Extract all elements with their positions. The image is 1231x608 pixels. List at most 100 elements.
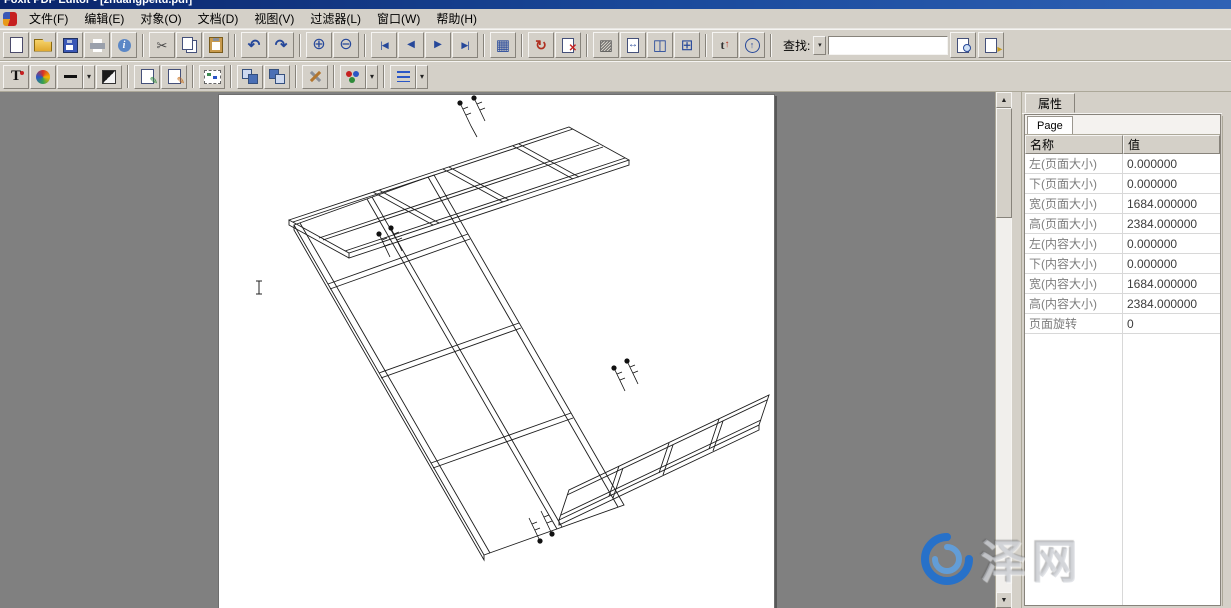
grid-button[interactable] xyxy=(593,32,619,58)
vertical-scrollbar[interactable]: ▲ ▼ xyxy=(995,92,1011,608)
fit-page-button[interactable] xyxy=(620,32,646,58)
toolbar-separator xyxy=(770,34,772,57)
last-page-button[interactable] xyxy=(452,32,478,58)
two-page-view-button[interactable] xyxy=(647,32,673,58)
edit-object-button[interactable] xyxy=(134,65,160,89)
find-next-icon xyxy=(982,37,1000,53)
document-canvas[interactable] xyxy=(0,92,995,608)
copy-button[interactable] xyxy=(176,32,202,58)
property-value[interactable]: 0.000000 xyxy=(1123,174,1220,193)
print-button[interactable] xyxy=(84,32,110,58)
menu-object[interactable]: 对象(O) xyxy=(132,8,189,29)
cut-button[interactable] xyxy=(149,32,175,58)
new-document-button[interactable] xyxy=(3,32,29,58)
property-name: 页面旋转 xyxy=(1025,314,1123,333)
property-value[interactable]: 0.000000 xyxy=(1123,254,1220,273)
property-value[interactable]: 2384.000000 xyxy=(1123,294,1220,313)
property-value[interactable]: 1684.000000 xyxy=(1123,194,1220,213)
arrange-back-button[interactable] xyxy=(264,65,290,89)
zoom-out-button[interactable] xyxy=(333,32,359,58)
property-value[interactable]: 0.000000 xyxy=(1123,154,1220,173)
next-view-button[interactable] xyxy=(739,32,765,58)
edit-page-icon xyxy=(165,69,183,85)
find-next-button[interactable] xyxy=(978,32,1004,58)
column-header-name: 名称 xyxy=(1025,135,1123,154)
panel-scrollbar[interactable] xyxy=(1222,116,1230,606)
find-input[interactable] xyxy=(828,36,948,55)
document-info-button[interactable] xyxy=(111,32,137,58)
menu-document[interactable]: 文档(D) xyxy=(190,8,247,29)
tools-toolbar xyxy=(0,61,1231,92)
properties-content: Page 名称 值 左(页面大小) 0.000000 下(页面大小) 0.000… xyxy=(1024,114,1221,606)
toolbar-separator xyxy=(521,34,523,57)
pdf-page[interactable] xyxy=(218,94,775,608)
page-tab[interactable]: Page xyxy=(1027,116,1073,134)
toolbar-separator xyxy=(295,65,297,88)
scroll-down-button[interactable]: ▼ xyxy=(996,592,1012,608)
page-list-button[interactable] xyxy=(490,32,516,58)
menu-view[interactable]: 视图(V) xyxy=(246,8,302,29)
chevron-down-icon[interactable] xyxy=(366,65,378,89)
color-wheel-button[interactable] xyxy=(30,65,56,89)
properties-tab[interactable]: 属性 xyxy=(1025,93,1075,113)
高(内容大小): 高(内容大小) 2384.000000 xyxy=(1025,294,1220,314)
fill-style-button[interactable] xyxy=(96,65,122,89)
open-file-button[interactable] xyxy=(30,32,56,58)
rotate-page-button[interactable] xyxy=(528,32,554,58)
line-style-button[interactable] xyxy=(57,65,83,89)
下(页面大小): 下(页面大小) 0.000000 xyxy=(1025,174,1220,194)
find-document-button[interactable] xyxy=(950,32,976,58)
color-palette-button[interactable] xyxy=(340,65,366,89)
menu-items: 文件(F)编辑(E)对象(O)文档(D)视图(V)过滤器(L)窗口(W)帮助(H… xyxy=(21,8,485,29)
menu-edit[interactable]: 编辑(E) xyxy=(76,8,132,29)
arrange-front-icon xyxy=(242,69,258,84)
undo-button[interactable] xyxy=(241,32,267,58)
next-page-button[interactable] xyxy=(425,32,451,58)
paste-button[interactable] xyxy=(203,32,229,58)
find-label: 查找: xyxy=(783,37,810,54)
align-button[interactable] xyxy=(390,65,416,89)
app-icon[interactable] xyxy=(3,12,17,26)
arrange-front-button[interactable] xyxy=(237,65,263,89)
tools-button[interactable] xyxy=(302,65,328,89)
property-value[interactable]: 0.000000 xyxy=(1123,234,1220,253)
open-folder-icon xyxy=(34,37,52,53)
zoom-in-icon xyxy=(310,37,328,53)
property-rows: 左(页面大小) 0.000000 下(页面大小) 0.000000 宽(页面大小… xyxy=(1025,154,1220,334)
copy-icon xyxy=(180,37,198,53)
application-window: Foxit PDF Editor - [zhuangpeitu.pdf] 文件(… xyxy=(0,0,1231,608)
text-tool-button[interactable] xyxy=(3,65,29,89)
scrollbar-track[interactable] xyxy=(996,108,1011,592)
toolbar-separator xyxy=(299,34,301,57)
redo-button[interactable] xyxy=(268,32,294,58)
color-wheel-icon xyxy=(34,69,52,85)
previous-view-button[interactable] xyxy=(712,32,738,58)
edit-object-icon xyxy=(138,69,156,85)
chevron-down-icon[interactable] xyxy=(83,65,95,89)
cut-icon xyxy=(153,37,171,53)
multi-page-view-button[interactable] xyxy=(674,32,700,58)
chevron-down-icon[interactable] xyxy=(416,65,428,89)
menu-help[interactable]: 帮助(H) xyxy=(428,8,485,29)
menu-window[interactable]: 窗口(W) xyxy=(369,8,428,29)
zoom-in-button[interactable] xyxy=(306,32,332,58)
text-cursor xyxy=(256,281,262,294)
panel-splitter[interactable] xyxy=(1011,92,1022,608)
first-page-button[interactable] xyxy=(371,32,397,58)
property-value[interactable]: 1684.000000 xyxy=(1123,274,1220,293)
menu-file[interactable]: 文件(F) xyxy=(21,8,76,29)
main-area: ▲ ▼ 属性 Page 名称 值 xyxy=(0,92,1231,608)
select-area-button[interactable] xyxy=(199,65,225,89)
prev-page-button[interactable] xyxy=(398,32,424,58)
delete-page-button[interactable] xyxy=(555,32,581,58)
property-name: 宽(页面大小) xyxy=(1025,194,1123,213)
toolbar-separator xyxy=(333,65,335,88)
property-value[interactable]: 0 xyxy=(1123,314,1220,333)
find-options-dropdown[interactable] xyxy=(813,36,826,55)
save-button[interactable] xyxy=(57,32,83,58)
edit-page-button[interactable] xyxy=(161,65,187,89)
menu-filter[interactable]: 过滤器(L) xyxy=(302,8,369,29)
scroll-up-button[interactable]: ▲ xyxy=(996,92,1012,108)
property-value[interactable]: 2384.000000 xyxy=(1123,214,1220,233)
scrollbar-thumb[interactable] xyxy=(996,108,1012,218)
